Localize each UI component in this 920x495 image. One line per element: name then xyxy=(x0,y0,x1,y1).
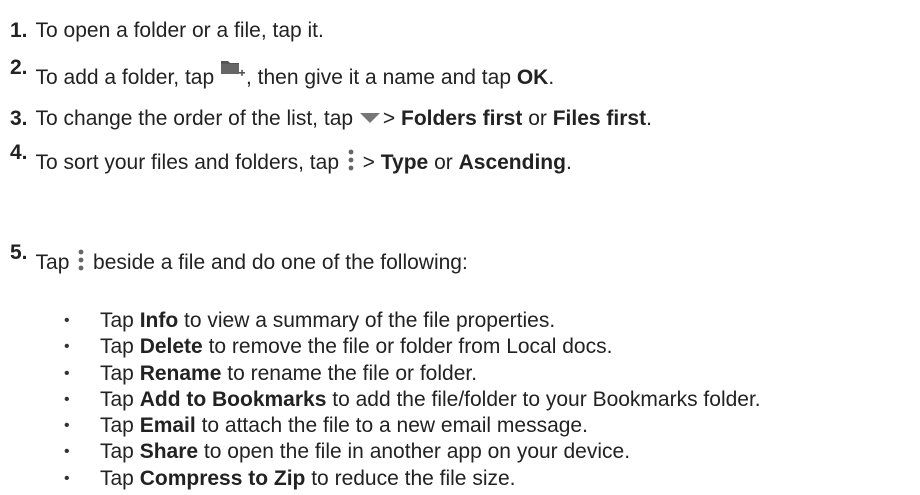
step-number: 5. xyxy=(10,241,28,265)
list-item: • Tap Share to open the file in another a… xyxy=(60,439,761,465)
step-text: . xyxy=(565,151,572,175)
step-text: To open a folder or a file, tap it. xyxy=(35,19,324,42)
step-number: 2. xyxy=(10,56,28,80)
bullet-pre: Tap xyxy=(100,309,140,332)
vertical-dots-menu-icon xyxy=(77,249,85,278)
bullet-bold: Delete xyxy=(139,335,203,359)
vertical-dots-menu-icon xyxy=(347,149,355,178)
bullet-bold: Info xyxy=(139,309,179,332)
bullet-post: to add the file/folder to your Bookmarks… xyxy=(326,387,761,411)
bullet: • xyxy=(64,338,70,356)
ascending-label: Ascending xyxy=(458,151,566,175)
step-1: 1. To open a folder or a file, tap it. xyxy=(10,18,324,44)
step-5: 5. Tap beside a file and do one of the fo… xyxy=(10,241,468,278)
dropdown-triangle-icon xyxy=(359,106,381,132)
bullet-post: to remove the file or folder from Local … xyxy=(202,335,613,359)
step-number: 1. xyxy=(10,19,28,42)
instructions-document: 1. To open a folder or a file, tap it. 2.… xyxy=(0,0,920,495)
bullet: • xyxy=(64,469,70,487)
bullet-pre: Tap xyxy=(100,335,140,359)
step-text: To add a folder, tap xyxy=(35,66,220,90)
files-first-label: Files first xyxy=(552,107,647,130)
bullet: • xyxy=(64,390,70,408)
bullet-post: to reduce the file size. xyxy=(305,466,516,490)
bullet-bold: Email xyxy=(139,414,196,438)
bullet-bold: Add to Bookmarks xyxy=(139,387,327,411)
step-3: 3. To change the order of the list, tap >… xyxy=(10,106,652,132)
type-label: Type xyxy=(380,151,429,175)
step-text: > xyxy=(356,151,381,175)
step-text: or xyxy=(522,107,553,130)
bullet-bold: Rename xyxy=(139,361,222,385)
step-text: or xyxy=(428,151,459,175)
bullet-post: to view a summary of the file properties… xyxy=(178,309,556,332)
step-text: , then give it a name and tap xyxy=(245,66,517,90)
bullet-pre: Tap xyxy=(100,414,140,438)
bullet-pre: Tap xyxy=(100,361,140,385)
bullet-pre: Tap xyxy=(100,466,140,490)
step-text: . xyxy=(548,66,555,90)
bullet-pre: Tap xyxy=(100,440,140,464)
list-item: • Tap Info to view a summary of the file … xyxy=(60,308,761,334)
step-text: To sort your files and folders, tap xyxy=(35,151,345,175)
step-text: Tap xyxy=(35,251,76,275)
bullet-pre: Tap xyxy=(100,387,140,411)
file-actions-list: • Tap Info to view a summary of the file … xyxy=(60,308,761,492)
bullet: • xyxy=(64,312,70,329)
list-item: • Tap Email to attach the file to a new e… xyxy=(60,413,761,439)
new-folder-icon xyxy=(220,59,246,86)
list-item: • Tap Add to Bookmarks to add the file/fo… xyxy=(60,387,761,413)
step-text: beside a file and do one of the followin… xyxy=(87,251,468,275)
step-text: > xyxy=(382,107,401,130)
bullet-post: to open the file in another app on your … xyxy=(198,440,631,464)
bullet: • xyxy=(64,364,70,382)
bullet-bold: Compress to Zip xyxy=(139,466,306,490)
step-text: . xyxy=(646,107,652,130)
list-item: • Tap Rename to rename the file or folder… xyxy=(60,361,761,387)
step-2: 2. To add a folder, tap , then give it a … xyxy=(10,56,555,90)
ok-label: OK xyxy=(516,66,549,90)
step-number: 4. xyxy=(10,141,28,165)
step-text: To change the order of the list, tap xyxy=(35,107,359,130)
bullet-bold: Share xyxy=(139,440,199,464)
bullet-post: to attach the file to a new email messag… xyxy=(195,414,588,438)
list-item: • Tap Delete to remove the file or folder… xyxy=(60,334,761,360)
step-number: 3. xyxy=(10,107,28,130)
bullet: • xyxy=(64,417,70,435)
list-item: • Tap Compress to Zip to reduce the file … xyxy=(60,466,761,492)
step-4: 4. To sort your files and folders, tap > … xyxy=(10,141,572,178)
folders-first-label: Folders first xyxy=(401,107,523,130)
bullet: • xyxy=(64,443,70,461)
bullet-post: to rename the file or folder. xyxy=(221,361,478,385)
